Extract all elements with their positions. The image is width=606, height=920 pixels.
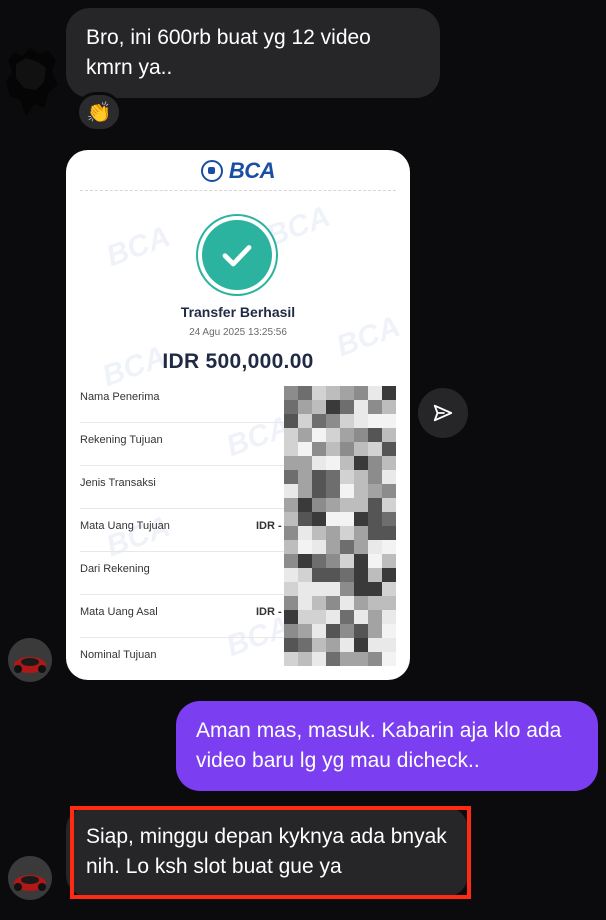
send-icon (433, 404, 453, 422)
message-text: Aman mas, masuk. Kabarin aja klo ada vid… (196, 719, 562, 772)
transfer-receipt-image[interactable]: BCA BCA BCA BCA BCA BCA BCA BCA Transfer… (66, 150, 410, 680)
bca-logo: BCA (66, 156, 410, 186)
highlight-box (70, 806, 471, 899)
share-button[interactable] (418, 388, 468, 438)
message-bubble-incoming[interactable]: Bro, ini 600rb buat yg 12 video kmrn ya.… (66, 8, 440, 98)
reaction-badge[interactable]: 👏 (76, 92, 122, 132)
transfer-status: Transfer Berhasil (180, 304, 296, 320)
check-circle-icon (202, 220, 272, 290)
bca-emblem-icon (200, 160, 223, 182)
message-bubble-outgoing[interactable]: Aman mas, masuk. Kabarin aja klo ada vid… (176, 701, 598, 791)
divider (80, 190, 396, 191)
avatar[interactable] (8, 638, 52, 682)
redacted-avatar (0, 38, 62, 120)
avatar[interactable] (8, 856, 52, 900)
clapping-hands-icon: 👏 (86, 101, 112, 124)
transfer-datetime: 24 Agu 2025 13:25:56 (189, 327, 287, 338)
message-text: Bro, ini 600rb buat yg 12 video kmrn ya.… (86, 26, 371, 79)
pixelated-redaction (284, 386, 396, 666)
transfer-amount: IDR 500,000.00 (162, 350, 314, 373)
